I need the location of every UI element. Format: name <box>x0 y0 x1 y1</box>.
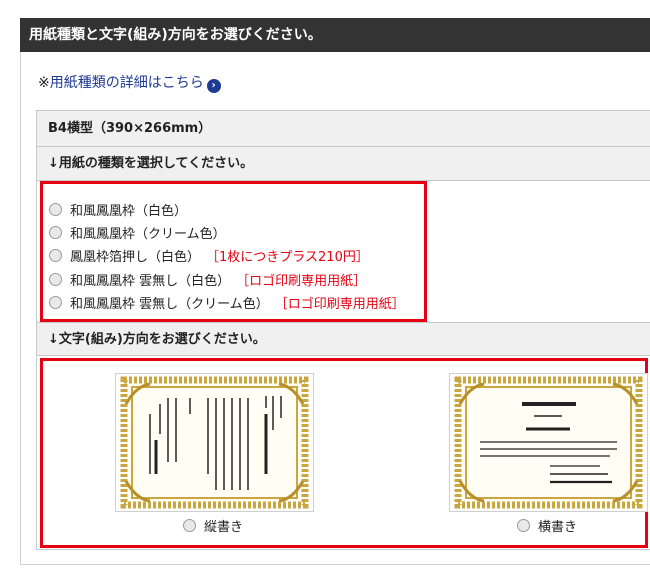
container-left-border <box>20 52 21 565</box>
paper-type-options: 和風鳳凰枠（白色） 和風鳳凰枠（クリーム色） 鳳凰枠箔押し（白色） ［1枚につき… <box>40 181 427 322</box>
paper-option-cream[interactable]: 和風鳳凰枠（クリーム色） <box>49 223 226 242</box>
orientation-option-vertical[interactable]: 縦書き <box>183 516 243 535</box>
radio-button[interactable] <box>183 519 196 532</box>
radio-button[interactable] <box>517 519 530 532</box>
container-bottom-border <box>20 564 650 565</box>
paper-option-nocloud-white[interactable]: 和風鳳凰枠 雲無し（白色） ［ロゴ印刷専用用紙］ <box>49 270 366 289</box>
paper-option-note: ［ロゴ印刷専用用紙］ <box>274 297 405 312</box>
radio-button[interactable] <box>49 203 62 216</box>
page-header: 用紙種類と文字(組み)方向をお選びください。 <box>20 18 650 52</box>
paper-details-link[interactable]: ※用紙種類の詳細はこちら › <box>38 72 221 93</box>
paper-option-foil-white[interactable]: 鳳凰枠箔押し（白色） ［1枚につきプラス210円］ <box>49 246 369 265</box>
paper-option-label: 和風鳳凰枠 雲無し（白色） <box>70 274 231 289</box>
orientation-option-label: 縦書き <box>204 520 244 535</box>
paper-option-white[interactable]: 和風鳳凰枠（白色） <box>49 200 187 219</box>
radio-button[interactable] <box>49 296 62 309</box>
paper-option-note: ［ロゴ印刷専用用紙］ <box>236 274 367 289</box>
paper-option-label: 和風鳳凰枠（クリーム色） <box>70 227 226 242</box>
note-mark: ※ <box>38 75 50 91</box>
paper-option-label: 和風鳳凰枠 雲無し（クリーム色） <box>70 297 269 312</box>
vertical-certificate-image[interactable] <box>115 373 314 512</box>
chevron-right-circle-icon[interactable]: › <box>206 79 221 93</box>
paper-option-nocloud-cream[interactable]: 和風鳳凰枠 雲無し（クリーム色） ［ロゴ印刷専用用紙］ <box>49 293 405 312</box>
radio-button[interactable] <box>49 226 62 239</box>
orientation-heading: ↓文字(組み)方向をお選びください。 <box>37 322 650 356</box>
orientation-option-horizontal[interactable]: 横書き <box>517 516 577 535</box>
orientation-options: 縦書き 横書き <box>40 358 648 548</box>
paper-option-label: 和風鳳凰枠（白色） <box>70 204 188 219</box>
paper-details-link-label[interactable]: 用紙種類の詳細はこちら <box>50 75 204 91</box>
paper-option-label: 鳳凰枠箔押し（白色） <box>70 250 201 265</box>
horizontal-certificate-image[interactable] <box>449 373 648 512</box>
size-heading: B4横型（390×266mm） <box>37 111 650 147</box>
vertical-certificate-illustration <box>120 376 309 509</box>
orientation-option-label: 横書き <box>538 520 578 535</box>
radio-button[interactable] <box>49 249 62 262</box>
paper-option-note: ［1枚につきプラス210円］ <box>206 250 369 265</box>
horizontal-certificate-illustration <box>454 376 643 509</box>
paper-type-heading: ↓用紙の種類を選択してください。 <box>37 147 650 181</box>
radio-button[interactable] <box>49 273 62 286</box>
